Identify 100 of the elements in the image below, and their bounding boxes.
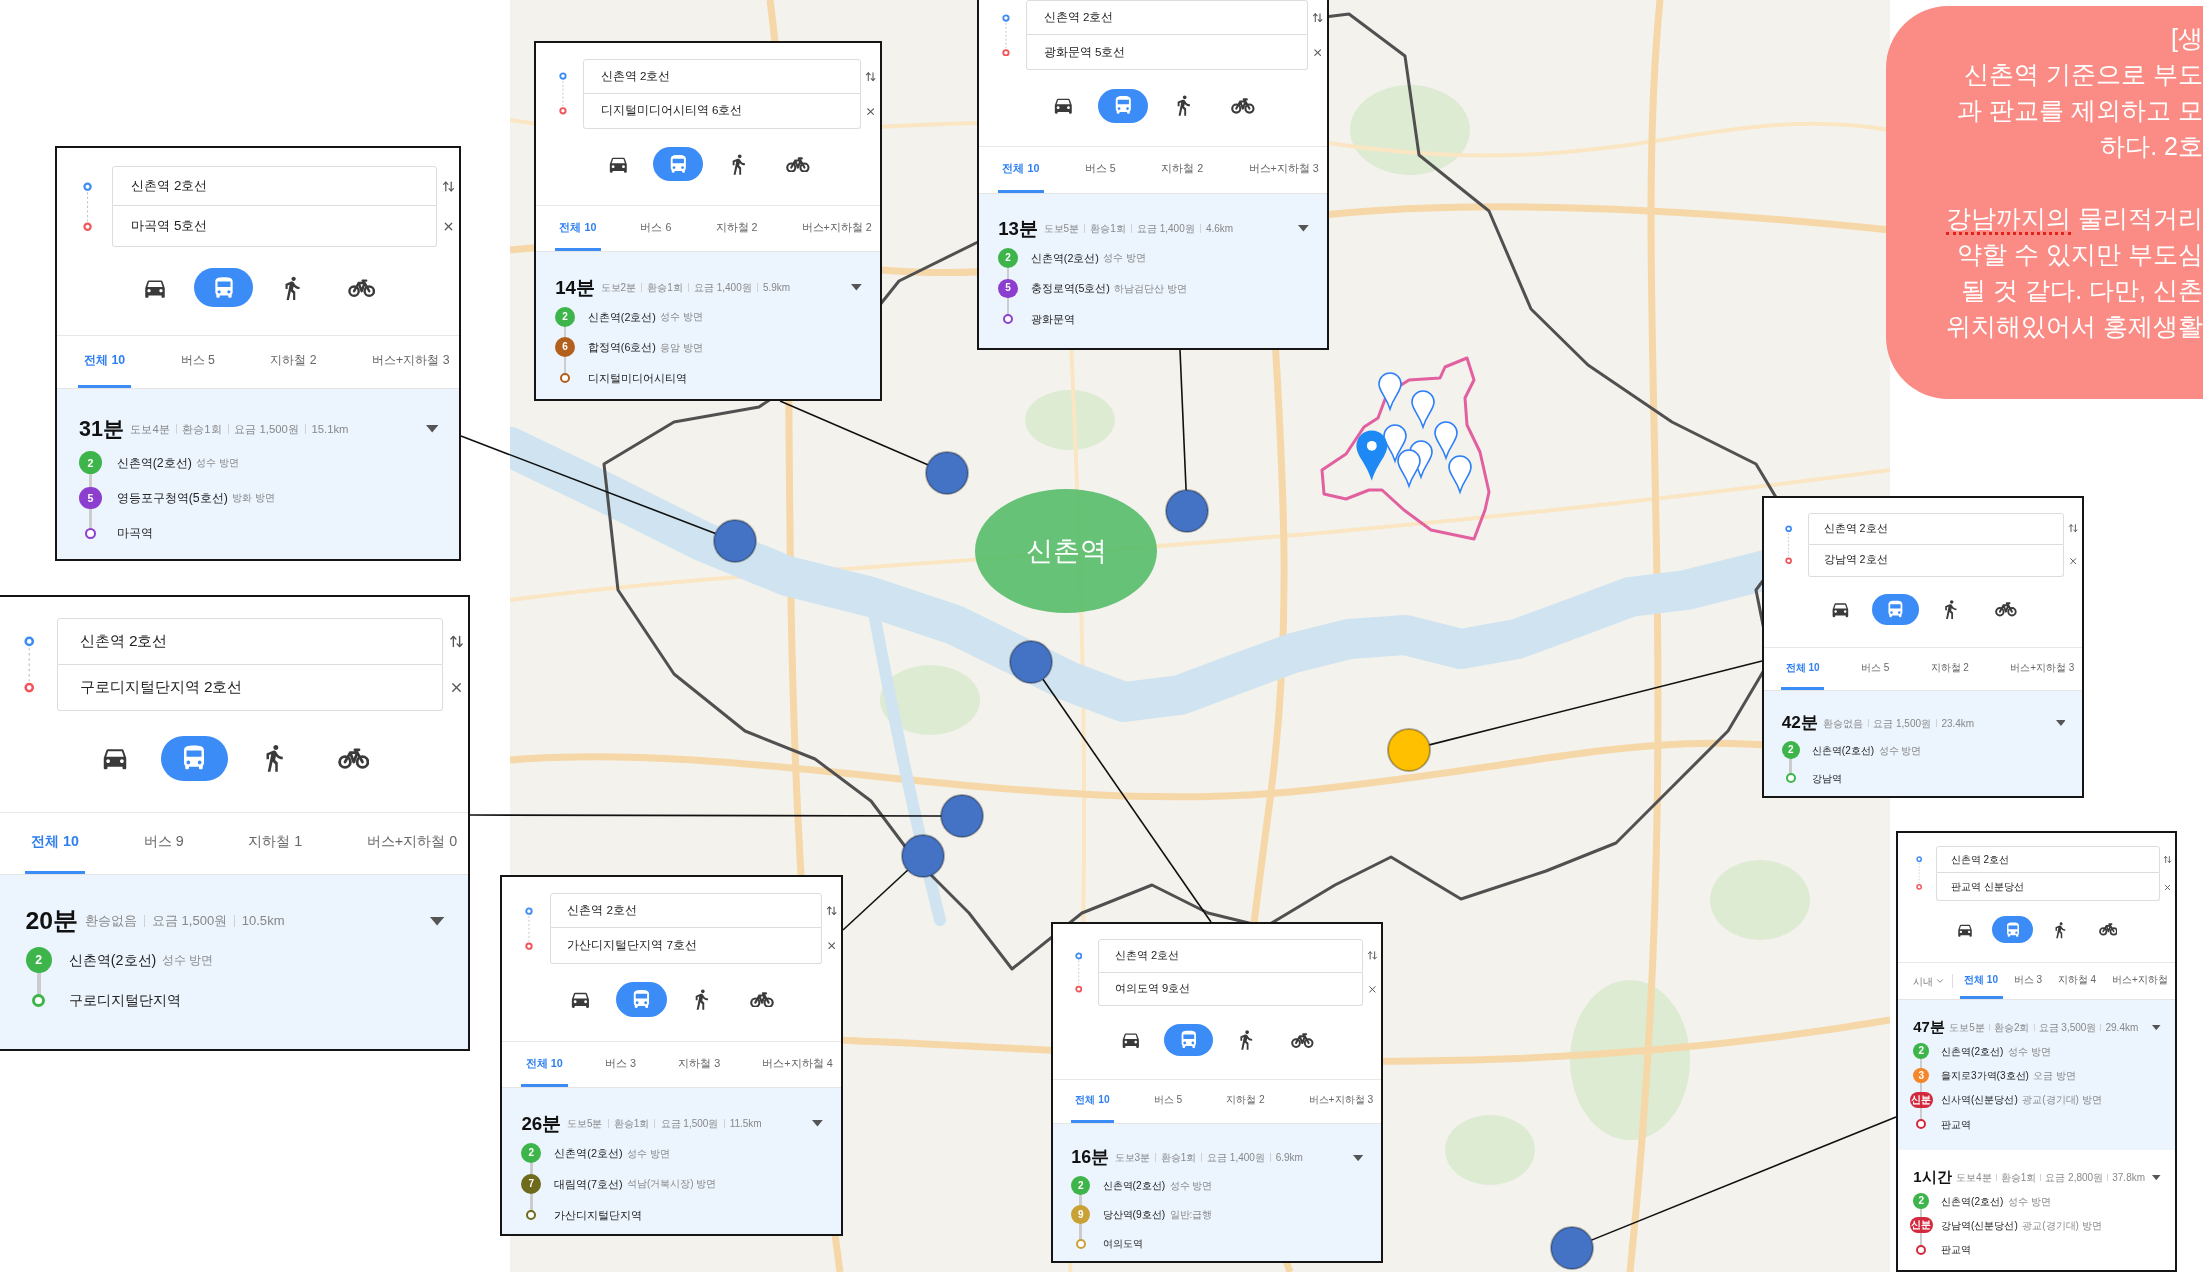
filter-dropdown[interactable]: 시내 [1912, 974, 1953, 988]
tab[interactable]: 버스+지하철 3 [2005, 648, 2079, 690]
bicycle-icon [1291, 1032, 1315, 1048]
bus-mode-button[interactable] [194, 268, 253, 308]
swap-icon[interactable] [826, 904, 838, 917]
destination-input[interactable]: 여의도역 9호선 [1098, 972, 1363, 1007]
tab[interactable]: 버스 5 [175, 335, 221, 388]
origin-input[interactable]: 신촌역 2호선 [1807, 512, 2065, 545]
tab[interactable]: 버스 5 [1080, 147, 1121, 193]
map-pin-icon [1383, 424, 1407, 462]
route-duration: 16분 [1071, 1147, 1110, 1168]
note-line: 위치해있어서 홍제생활 [1946, 311, 2203, 342]
tab[interactable]: 버스+지하철 [2107, 963, 2173, 999]
origin-input[interactable]: 신촌역 2호선 [583, 58, 861, 94]
tab[interactable]: 버스+지하철 3 [1243, 147, 1324, 193]
route-option[interactable]: 47분 도보5분 환승2회 요금 3,500원 29.4km 2 신촌역(2호선) 성수 방면 3 을지로3가역(3호선) 오금 방면 신분 신사역(신분당선) 광교(경기대) 방면 판교역 [1898, 1000, 2175, 1150]
destination-input[interactable]: 판교역 신분당선 [1935, 873, 2160, 902]
swap-icon[interactable] [448, 633, 464, 649]
bus-mode-button[interactable] [652, 147, 704, 182]
origin-destination-icon [1074, 952, 1083, 994]
route-option[interactable]: 16분 도보3분 환승1회 요금 1,400원 6.9km 2 신촌역(2호선) 성수 방면 9 당산역(9호선) 일반:급행 여의도역 [1053, 1124, 1381, 1261]
tab[interactable]: 지하철 4 [2053, 963, 2101, 999]
station-name: 마곡역 [116, 524, 153, 542]
map-pin-icon [1448, 455, 1472, 493]
close-icon[interactable] [865, 105, 877, 117]
caret-down-icon[interactable] [2152, 1025, 2161, 1031]
swap-icon[interactable] [1312, 11, 1324, 24]
destination-input[interactable]: 마곡역 5호선 [111, 206, 437, 247]
route-option[interactable]: 20분 환승없음 요금 1,500원 10.5km 2 신촌역(2호선) 성수 방면 구로디지털단지역 [0, 874, 468, 1049]
direction-text: 응암 방면 [660, 340, 704, 355]
destination-input[interactable]: 구로디지털단지역 2호선 [57, 664, 443, 711]
tab[interactable]: 버스 5 [1149, 1079, 1187, 1124]
caret-down-icon[interactable] [429, 916, 444, 926]
origin-destination-icon [1784, 525, 1793, 565]
swap-icon[interactable] [1366, 950, 1378, 962]
direction-text: 성수 방면 [1103, 251, 1147, 266]
origin-destination-icon [1001, 13, 1010, 57]
route-option[interactable]: 14분 도보2분 환승1회 요금 1,400원 5.9km 2 신촌역(2호선) 성수 방면 6 합정역(6호선) 응암 방면 디지털미디어시티역 [536, 252, 880, 399]
close-icon[interactable] [2163, 882, 2173, 892]
route-option[interactable]: 42분 환승없음 요금 1,500원 23.4km 2 신촌역(2호선) 성수 방면 강남역 [1764, 690, 2082, 796]
origin-input[interactable]: 신촌역 2호선 [1026, 0, 1308, 35]
tab[interactable]: 지하철 2 [264, 335, 323, 388]
tab[interactable]: 지하철 2 [1926, 648, 1974, 690]
route-detail: 환승없음 [1822, 716, 1863, 731]
tab[interactable]: 버스 9 [137, 813, 190, 874]
origin-input[interactable]: 신촌역 2호선 [549, 892, 822, 929]
caret-down-icon[interactable] [1353, 1154, 1364, 1161]
origin-input[interactable]: 신촌역 2호선 [1098, 939, 1363, 973]
destination-input[interactable]: 강남역 2호선 [1807, 544, 2065, 577]
swap-icon[interactable] [442, 179, 456, 193]
route-option[interactable]: 31분 도보4분 환승1회 요금 1,500원 15.1km 2 신촌역(2호선) 성수 방면 5 영등포구청역(5호선) 방화 방면 마곡역 [57, 388, 459, 559]
station-name: 신촌역(2호선) [1941, 1044, 2004, 1059]
tab[interactable]: 지하철 2 [710, 206, 763, 252]
bus-mode-button[interactable] [1992, 916, 2033, 944]
caret-down-icon[interactable] [1298, 225, 1309, 232]
tab[interactable]: 버스 6 [635, 206, 677, 252]
caret-down-icon[interactable] [811, 1120, 823, 1127]
tab[interactable]: 버스+지하철 4 [757, 1041, 838, 1088]
destination-input[interactable]: 디지털미디어시티역 6호선 [583, 93, 861, 129]
route-option[interactable]: 26분 도보5분 환승1회 요금 1,500원 11.5km 2 신촌역(2호선) 성수 방면 7 대림역(7호선) 석남(거북시장) 방면 가산디지털단지역 [502, 1088, 841, 1234]
bicycle-icon [750, 991, 775, 1008]
route-option[interactable]: 13분 도보5분 환승1회 요금 1,400원 4.6km 2 신촌역(2호선) 성수 방면 5 충정로역(5호선) 하남검단산 방면 광화문역 [979, 193, 1327, 348]
direction-text: 광교(경기대) 방면 [2022, 1093, 2102, 1108]
direction-text: 성수 방면 [2007, 1044, 2051, 1059]
line-number-badge: 2 [1071, 1176, 1091, 1196]
destination-input[interactable]: 광화문역 5호선 [1026, 35, 1308, 71]
tab[interactable]: 버스+지하철 3 [366, 335, 456, 388]
bus-mode-button[interactable] [1164, 1023, 1213, 1057]
close-icon[interactable] [826, 940, 838, 952]
tab[interactable]: 지하철 2 [1221, 1079, 1270, 1124]
tab[interactable]: 버스 3 [600, 1041, 641, 1088]
caret-down-icon[interactable] [851, 284, 862, 291]
origin-input[interactable]: 신촌역 2호선 [57, 618, 443, 665]
tab[interactable]: 버스 3 [2009, 963, 2047, 999]
tab[interactable]: 버스+지하철 0 [360, 813, 464, 874]
tab[interactable]: 버스 5 [1856, 648, 1894, 690]
close-icon[interactable] [1366, 983, 1378, 995]
route-detail: 6.9km [1275, 1151, 1303, 1166]
bus-mode-button[interactable] [615, 982, 667, 1017]
route-detail: 도보2분 [600, 280, 637, 295]
tab[interactable]: 지하철 1 [241, 813, 309, 874]
swap-icon[interactable] [2163, 855, 2173, 865]
close-icon[interactable] [1312, 46, 1324, 59]
swap-icon[interactable] [865, 70, 877, 82]
swap-icon[interactable] [2068, 523, 2079, 534]
caret-down-icon[interactable] [2055, 720, 2066, 726]
caret-down-icon[interactable] [425, 425, 439, 433]
origin-destination-icon [83, 181, 93, 232]
close-icon[interactable] [2068, 555, 2079, 567]
origin-input[interactable]: 신촌역 2호선 [111, 166, 437, 207]
destination-input[interactable]: 가산디지털단지역 7호선 [549, 928, 822, 964]
tab[interactable]: 지하철 3 [673, 1041, 725, 1088]
tab[interactable]: 버스+지하철 2 [796, 206, 877, 252]
bus-mode-button[interactable] [1097, 88, 1149, 123]
tab[interactable]: 버스+지하철 3 [1304, 1079, 1378, 1124]
tab[interactable]: 지하철 2 [1156, 147, 1208, 193]
bus-mode-button[interactable] [1872, 594, 1919, 626]
origin-input[interactable]: 신촌역 2호선 [1935, 845, 2160, 874]
bus-mode-button[interactable] [160, 735, 228, 781]
caret-down-icon[interactable] [2152, 1175, 2161, 1181]
